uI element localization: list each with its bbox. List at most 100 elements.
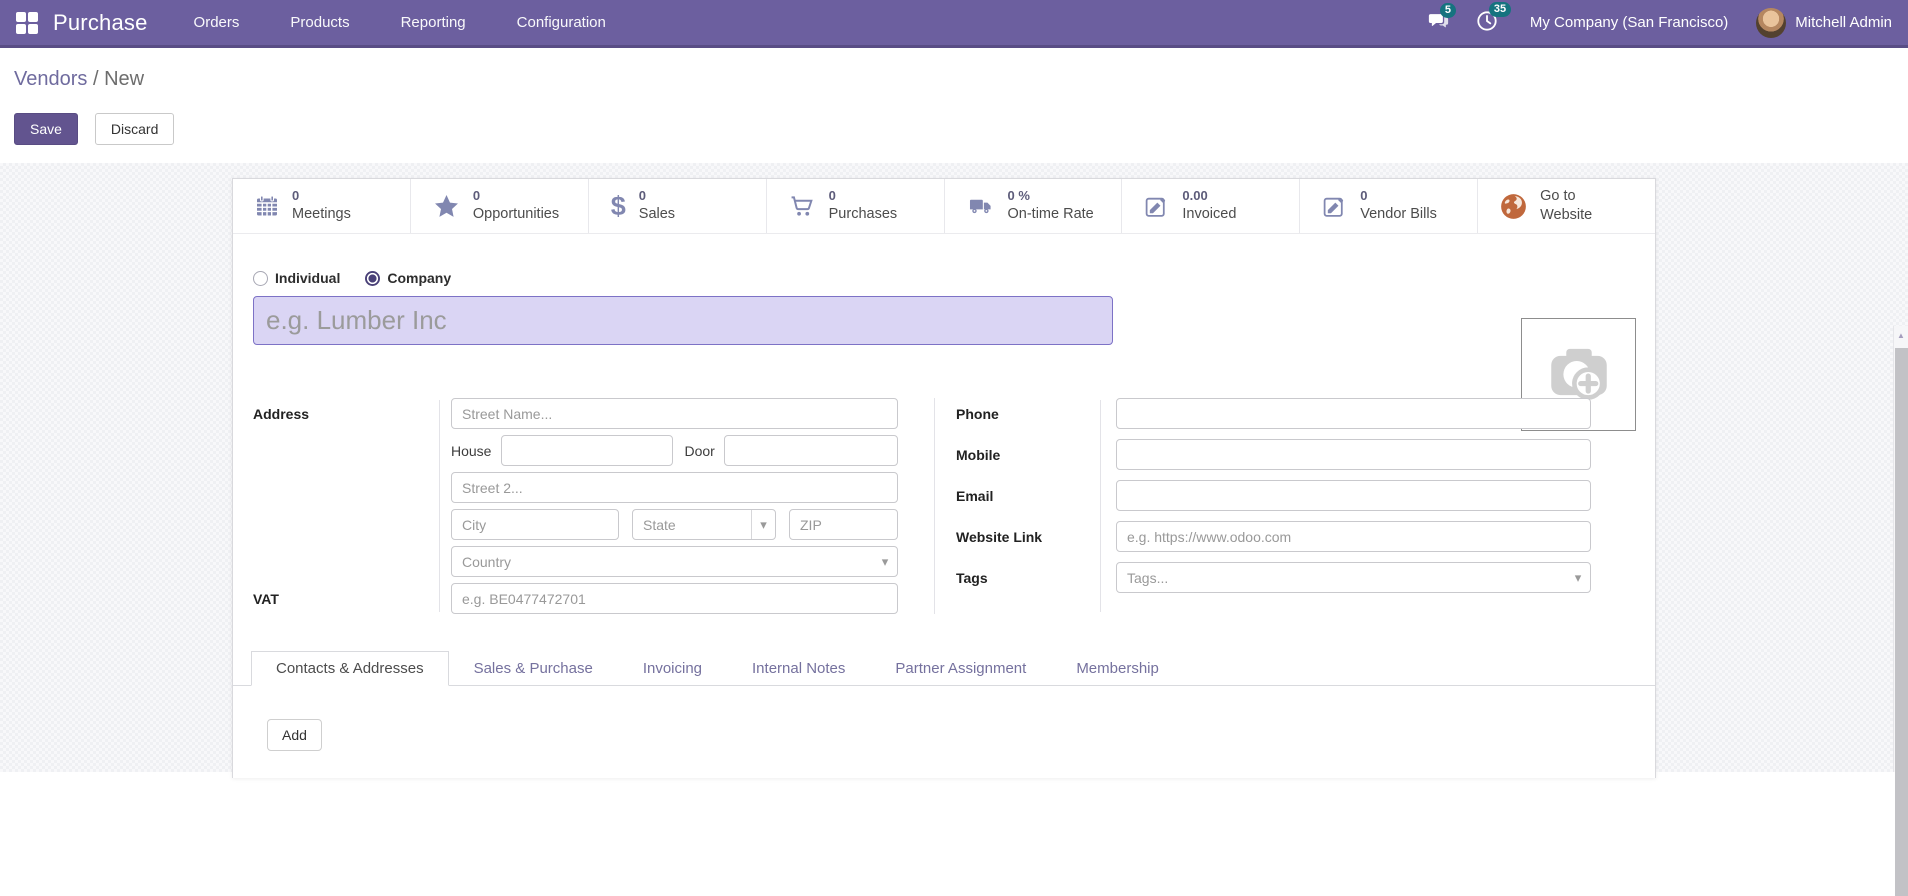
user-name: Mitchell Admin (1795, 14, 1892, 31)
discard-button[interactable]: Discard (95, 113, 174, 145)
stat-value: 0 (292, 188, 351, 205)
phone-input[interactable] (1116, 398, 1591, 429)
breadcrumb-vendors-link[interactable]: Vendors (14, 68, 87, 90)
add-contact-button[interactable]: Add (267, 719, 322, 751)
company-switcher[interactable]: My Company (San Francisco) (1530, 14, 1728, 31)
stat-label: Website (1540, 206, 1592, 225)
stat-label: Opportunities (473, 205, 559, 224)
stat-value: 0 (639, 188, 675, 205)
address-label: Address (253, 406, 439, 422)
stat-value: 0.00 (1182, 188, 1236, 205)
vat-input[interactable] (451, 583, 898, 614)
tags-label: Tags (956, 570, 1100, 586)
activities-count-badge: 35 (1489, 2, 1511, 17)
tab-internal-notes[interactable]: Internal Notes (727, 651, 870, 686)
stat-button-opportunities[interactable]: 0Opportunities (411, 179, 589, 233)
group-divider-rule (934, 398, 935, 614)
globe-icon (1500, 193, 1527, 220)
scrollbar-thumb[interactable] (1895, 348, 1908, 896)
door-label: Door (684, 443, 714, 459)
save-button[interactable]: Save (14, 113, 78, 145)
form-fields: Individual Company Address (233, 234, 1655, 614)
house-label: House (451, 443, 491, 459)
individual-label: Individual (275, 270, 340, 286)
menu-reporting[interactable]: Reporting (401, 14, 466, 31)
scroll-up-arrow-icon[interactable]: ▲ (1894, 331, 1908, 340)
company-type-selector: Individual Company (253, 270, 1635, 286)
city-input[interactable] (451, 509, 619, 540)
stat-button-invoiced[interactable]: 0.00Invoiced (1122, 179, 1300, 233)
stat-label: Meetings (292, 205, 351, 224)
tab-membership[interactable]: Membership (1051, 651, 1184, 686)
dollar-icon: $ (611, 193, 626, 220)
mobile-input[interactable] (1116, 439, 1591, 470)
truck-icon (967, 195, 995, 218)
top-navbar: Purchase Orders Products Reporting Confi… (0, 0, 1908, 48)
company-name-input[interactable] (253, 296, 1113, 345)
website-input[interactable] (1116, 521, 1591, 552)
zip-input[interactable] (789, 509, 898, 540)
tab-contacts-addresses[interactable]: Contacts & Addresses (251, 651, 449, 686)
website-link-label: Website Link (956, 529, 1100, 545)
stat-value: 0 (829, 188, 898, 205)
edit-square-icon (1144, 194, 1169, 219)
stat-label: Vendor Bills (1360, 205, 1437, 224)
apps-grid-icon[interactable] (16, 12, 38, 34)
stat-label: Sales (639, 205, 675, 224)
house-input[interactable] (501, 435, 673, 466)
company-radio[interactable] (365, 271, 380, 286)
stat-button-ontime-rate[interactable]: 0 %On-time Rate (945, 179, 1123, 233)
form-action-buttons: Save Discard (14, 113, 174, 145)
door-input[interactable] (724, 435, 898, 466)
app-name[interactable]: Purchase (53, 10, 148, 36)
stat-button-vendor-bills[interactable]: 0Vendor Bills (1300, 179, 1478, 233)
stat-button-purchases[interactable]: 0Purchases (767, 179, 945, 233)
house-door-row: House Door (451, 435, 898, 466)
messages-count-badge: 5 (1440, 3, 1456, 18)
stat-label: Invoiced (1182, 205, 1236, 224)
navbar-right: 5 35 My Company (San Francisco) Mitchell… (1427, 8, 1892, 38)
tab-sales-purchase[interactable]: Sales & Purchase (449, 651, 618, 686)
activities-button[interactable]: 35 (1476, 10, 1498, 35)
street-input[interactable] (451, 398, 898, 429)
stat-button-meetings[interactable]: 0Meetings (233, 179, 411, 233)
label-column-rule (439, 400, 440, 612)
calendar-icon (255, 194, 279, 218)
form-sheet: 0Meetings 0Opportunities $ 0Sales 0Purch… (232, 178, 1656, 778)
state-select[interactable] (632, 509, 776, 540)
stat-value: 0 (473, 188, 559, 205)
mobile-label: Mobile (956, 447, 1100, 463)
country-select[interactable] (451, 546, 898, 577)
email-label: Email (956, 488, 1100, 504)
stat-label: On-time Rate (1008, 205, 1094, 224)
tab-content: Add (233, 686, 1655, 751)
label-column-rule (1100, 400, 1101, 612)
breadcrumb-separator: / (93, 68, 99, 90)
messages-button[interactable]: 5 (1427, 11, 1450, 35)
tab-partner-assignment[interactable]: Partner Assignment (870, 651, 1051, 686)
breadcrumb-current: New (104, 68, 144, 90)
stat-button-sales[interactable]: $ 0Sales (589, 179, 767, 233)
breadcrumb: Vendors / New (14, 68, 144, 91)
city-state-zip-row: ▾ (451, 509, 898, 540)
menu-orders[interactable]: Orders (194, 14, 240, 31)
menu-products[interactable]: Products (290, 14, 349, 31)
phone-label: Phone (956, 406, 1100, 422)
field-groups: Address House Door (253, 398, 1635, 614)
individual-radio[interactable] (253, 271, 268, 286)
radio-individual[interactable]: Individual (253, 270, 340, 286)
contact-group: Phone Mobile Email Website Link Tags ▾ (956, 398, 1591, 614)
main-menus: Orders Products Reporting Configuration (194, 14, 606, 31)
stat-button-go-to-website[interactable]: Go toWebsite (1478, 179, 1655, 233)
user-menu[interactable]: Mitchell Admin (1756, 8, 1892, 38)
tags-select[interactable] (1116, 562, 1591, 593)
vertical-scrollbar[interactable]: ▲ (1893, 326, 1908, 772)
stat-value: Go to (1540, 187, 1592, 206)
radio-company[interactable]: Company (365, 270, 451, 286)
company-label: Company (387, 270, 451, 286)
menu-configuration[interactable]: Configuration (517, 14, 606, 31)
email-input[interactable] (1116, 480, 1591, 511)
street2-input[interactable] (451, 472, 898, 503)
stat-button-row: 0Meetings 0Opportunities $ 0Sales 0Purch… (233, 179, 1655, 234)
tab-invoicing[interactable]: Invoicing (618, 651, 727, 686)
